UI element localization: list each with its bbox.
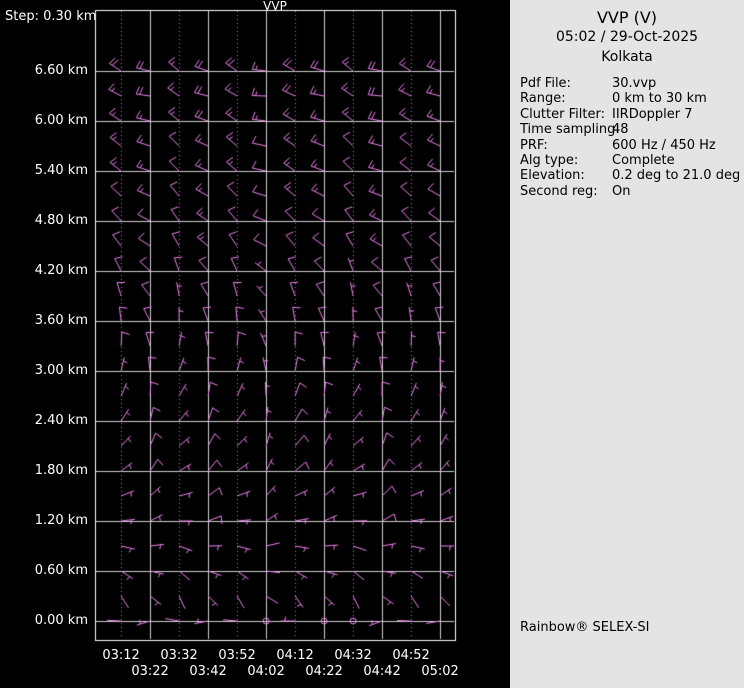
x-axis-label: 04:42 <box>359 664 405 679</box>
y-axis-label: 0.00 km <box>0 613 88 628</box>
y-axis-label: 3.60 km <box>0 313 88 328</box>
info-label: Range: <box>520 91 612 106</box>
plot-title: VVP <box>95 0 455 13</box>
y-axis-label: 1.20 km <box>0 513 88 528</box>
y-axis-label: 4.80 km <box>0 213 88 228</box>
info-row-second-reg: Second reg: On <box>520 184 744 199</box>
x-axis-label: 04:02 <box>243 664 289 679</box>
info-label: Alg type: <box>520 153 612 168</box>
site-name: Kolkata <box>510 49 744 65</box>
y-axis-label: 6.60 km <box>0 63 88 78</box>
info-label: Clutter Filter: <box>520 107 612 122</box>
x-axis-label: 04:52 <box>388 648 434 663</box>
info-row-time-sampling: Time sampling: 48 <box>520 122 744 137</box>
y-axis-label: 6.00 km <box>0 113 88 128</box>
info-value: 600 Hz / 450 Hz <box>612 138 716 153</box>
x-axis-label: 04:32 <box>330 648 376 663</box>
y-axis-label: 4.20 km <box>0 263 88 278</box>
info-panel: VVP (V) 05:02 / 29-Oct-2025 Kolkata Pdf … <box>510 0 744 688</box>
x-axis-label: 03:32 <box>156 648 202 663</box>
info-label: Time sampling: <box>520 122 612 137</box>
info-label: Pdf File: <box>520 76 612 91</box>
info-value: On <box>612 184 630 199</box>
info-value: 48 <box>612 122 629 137</box>
x-axis-label: 03:12 <box>98 648 144 663</box>
x-axis-label: 04:12 <box>272 648 318 663</box>
x-axis-label: 03:22 <box>127 664 173 679</box>
product-title: VVP (V) <box>510 8 744 27</box>
info-label: PRF: <box>520 138 612 153</box>
info-value: Complete <box>612 153 675 168</box>
x-axis-label: 05:02 <box>417 664 463 679</box>
info-row-alg-type: Alg type: Complete <box>520 153 744 168</box>
info-value: 0.2 deg to 21.0 deg <box>612 168 740 183</box>
info-value: IIRDoppler 7 <box>612 107 693 122</box>
y-axis-label: 2.40 km <box>0 413 88 428</box>
info-row-clutter-filter: Clutter Filter: IIRDoppler 7 <box>520 107 744 122</box>
plot-axes: Step: 0.30 km VVP 6.60 km 6.00 km 5.40 km 4… <box>0 0 510 688</box>
step-label: Step: 0.30 km <box>5 9 96 24</box>
info-row-elevation: Elevation: 0.2 deg to 21.0 deg <box>520 168 744 183</box>
product-datetime: 05:02 / 29-Oct-2025 <box>510 29 744 45</box>
info-label: Elevation: <box>520 168 612 183</box>
brand-label: Rainbow® SELEX-SI <box>520 620 650 635</box>
info-label: Second reg: <box>520 184 612 199</box>
y-axis-label: 1.80 km <box>0 463 88 478</box>
product-info: Pdf File: 30.vvp Range: 0 km to 30 km Cl… <box>520 76 744 199</box>
y-axis-label: 5.40 km <box>0 163 88 178</box>
info-row-prf: PRF: 600 Hz / 450 Hz <box>520 138 744 153</box>
x-axis-label: 03:42 <box>185 664 231 679</box>
info-row-range: Range: 0 km to 30 km <box>520 91 744 106</box>
info-row-pdf-file: Pdf File: 30.vvp <box>520 76 744 91</box>
x-axis-label: 03:52 <box>214 648 260 663</box>
x-axis-label: 04:22 <box>301 664 347 679</box>
y-axis-label: 0.60 km <box>0 563 88 578</box>
info-value: 0 km to 30 km <box>612 91 707 106</box>
y-axis-label: 3.00 km <box>0 363 88 378</box>
vvp-window: Step: 0.30 km VVP 6.60 km 6.00 km 5.40 km 4… <box>0 0 744 688</box>
info-value: 30.vvp <box>612 76 656 91</box>
